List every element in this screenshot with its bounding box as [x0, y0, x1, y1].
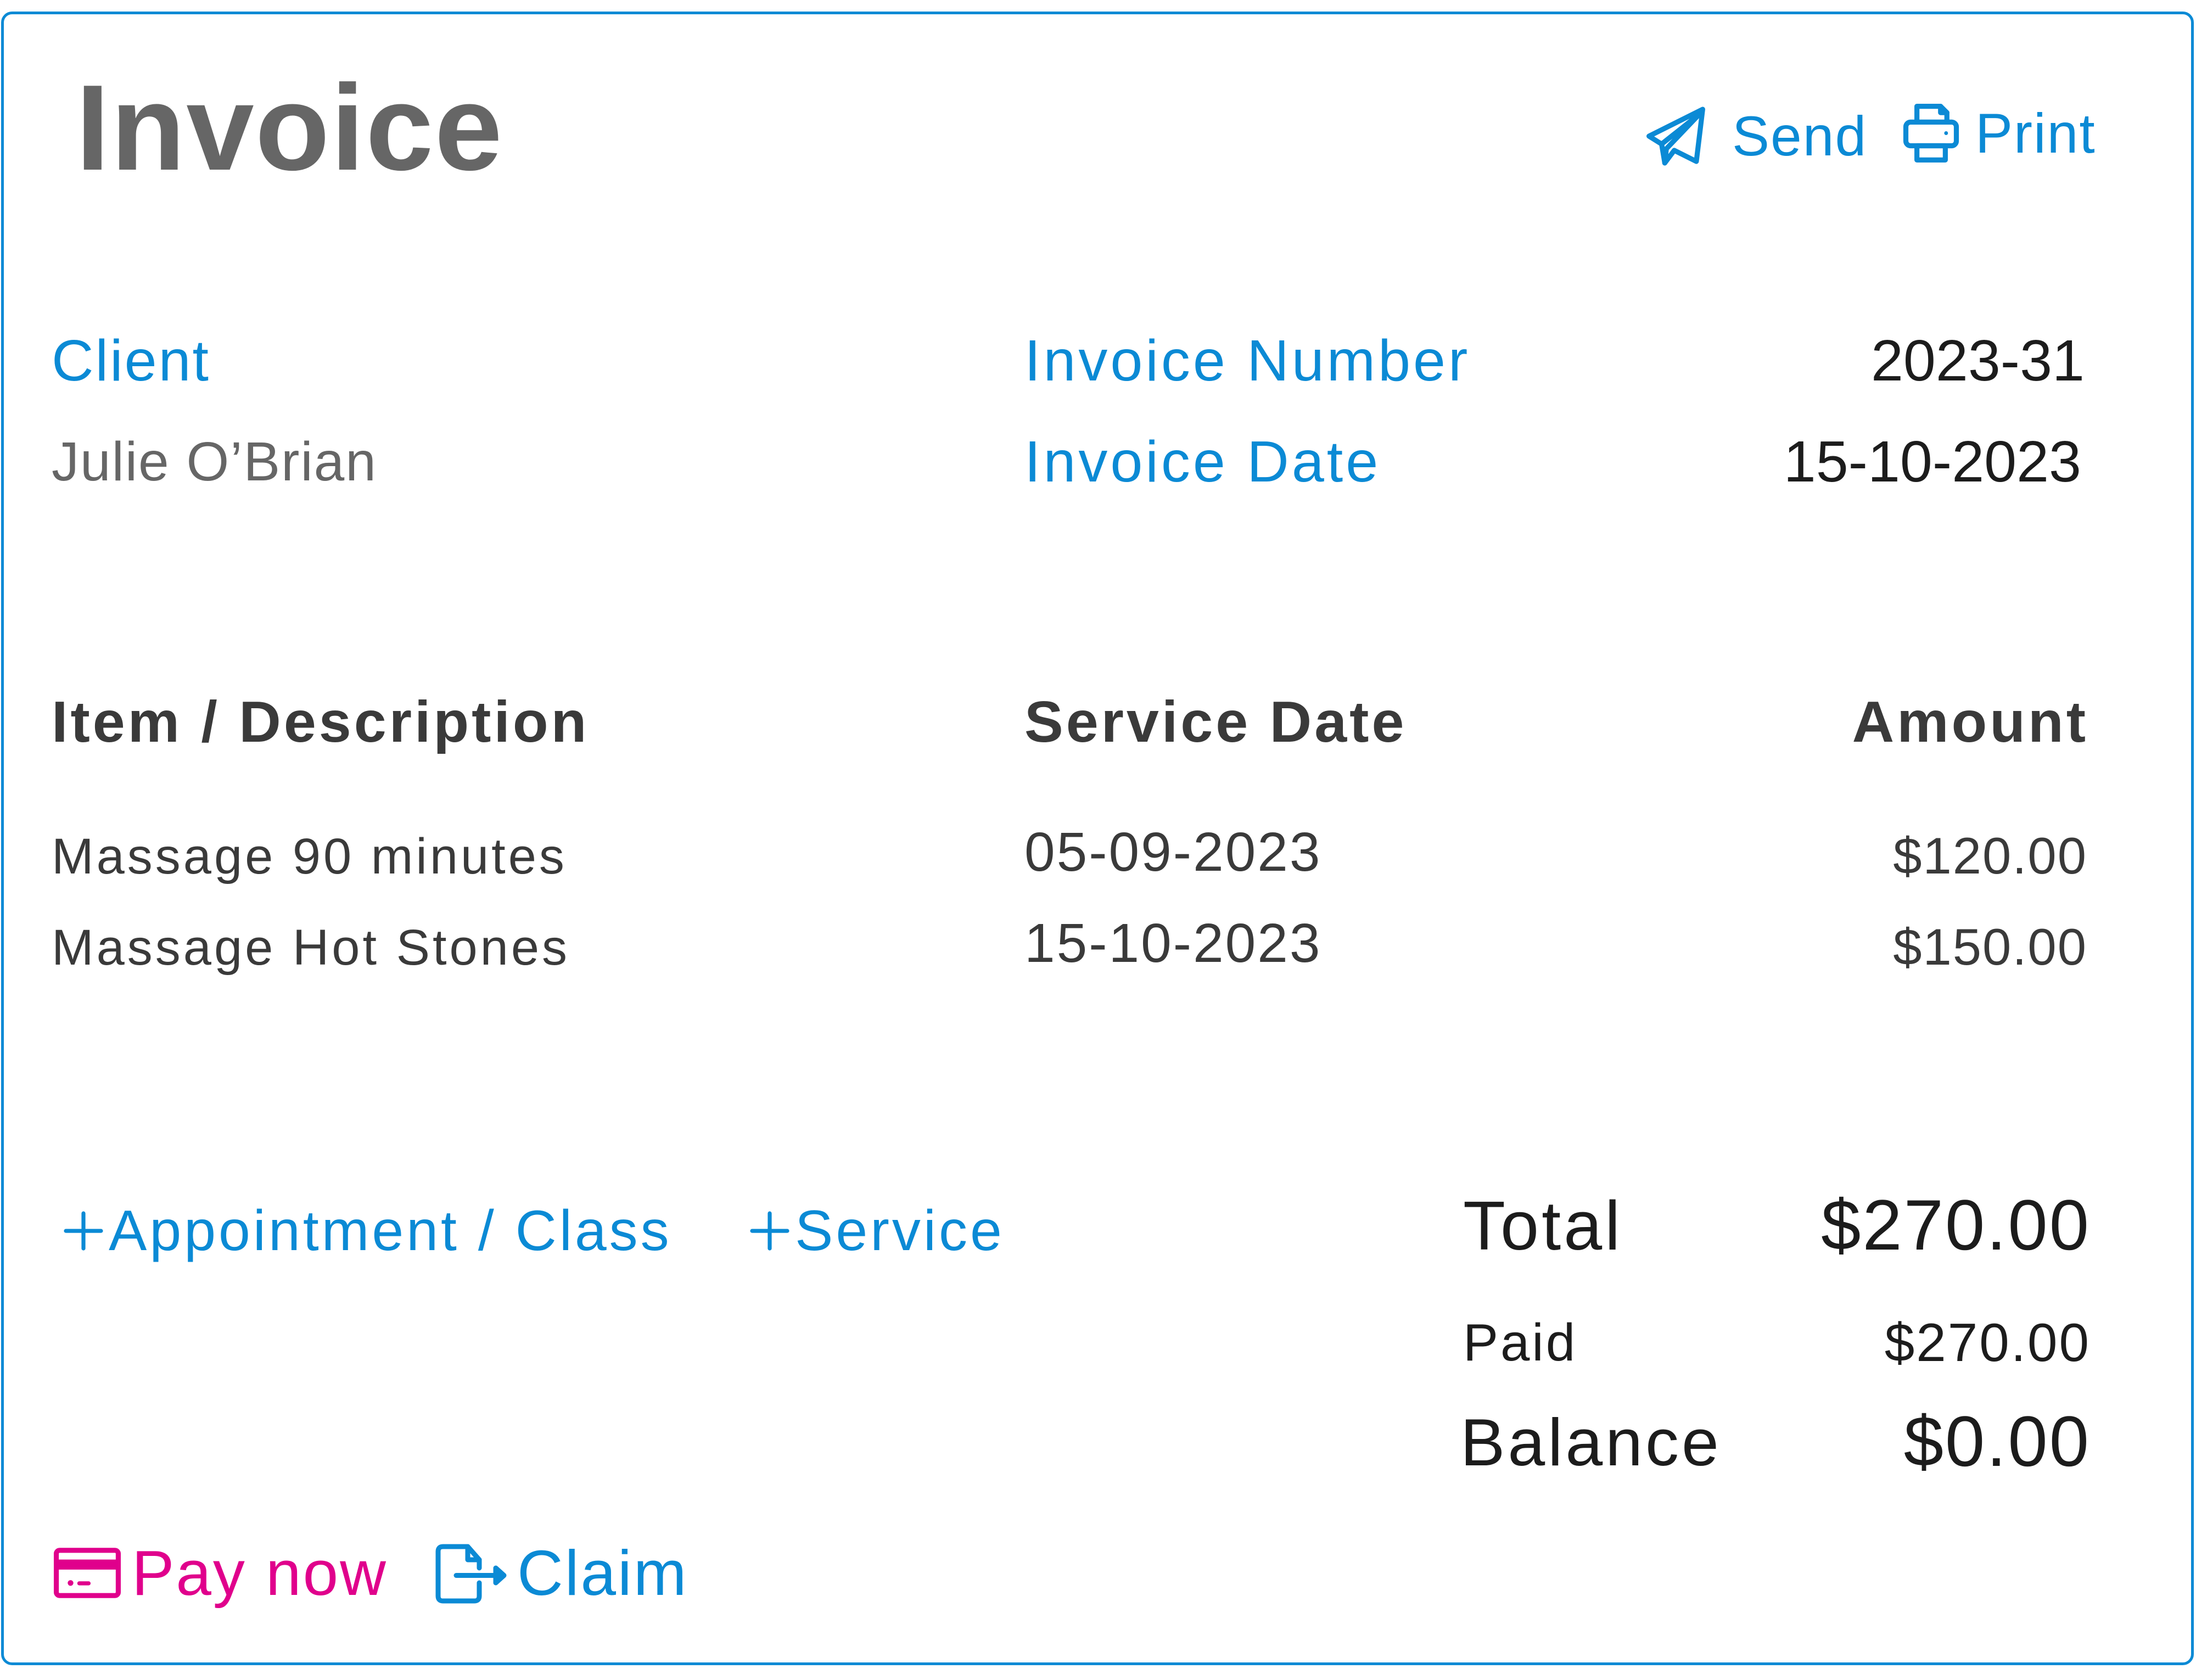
- credit-card-icon: [54, 1548, 121, 1598]
- claim-label: Claim: [517, 1537, 688, 1609]
- client-name[interactable]: Julie O’Brian: [52, 434, 377, 489]
- row-service-date: 05-09-2023: [1024, 821, 1322, 883]
- add-appointment-class-label: Appointment / Class: [109, 1199, 672, 1263]
- client-label: Client: [52, 328, 211, 393]
- send-button[interactable]: Send: [1644, 102, 1867, 170]
- plus-icon: [64, 1211, 103, 1251]
- add-appointment-class-button[interactable]: Appointment / Class: [61, 1202, 672, 1259]
- claim-button[interactable]: Claim: [433, 1537, 688, 1609]
- total-label: Total: [1463, 1187, 1623, 1264]
- paid-label: Paid: [1463, 1313, 1578, 1372]
- pay-now-label: Pay now: [132, 1537, 388, 1609]
- total-value: $270.00: [1821, 1185, 2091, 1265]
- paper-plane-icon: [1646, 107, 1705, 165]
- print-button[interactable]: Print: [1902, 99, 2096, 167]
- balance-value: $0.00: [1903, 1401, 2091, 1481]
- add-service-label: Service: [795, 1199, 1005, 1263]
- file-export-icon: [435, 1544, 507, 1604]
- invoice-number-label: Invoice Number: [1024, 328, 1471, 393]
- row-amount: $150.00: [1893, 918, 2087, 976]
- column-header-amount: Amount: [1852, 690, 2088, 754]
- invoice-date-value: 15-10-2023: [1783, 429, 2081, 494]
- invoice-date-label: Invoice Date: [1024, 429, 1381, 494]
- row-amount: $120.00: [1893, 827, 2087, 884]
- send-label: Send: [1732, 104, 1868, 167]
- row-description: Massage 90 minutes: [52, 828, 567, 884]
- invoice-number-value: 2023-31: [1870, 328, 2085, 393]
- column-header-service-date: Service Date: [1024, 690, 1407, 754]
- row-service-date: 15-10-2023: [1024, 912, 1322, 974]
- column-header-item: Item / Description: [52, 690, 590, 754]
- print-label: Print: [1975, 102, 2096, 165]
- printer-icon: [1903, 104, 1959, 163]
- pay-now-button[interactable]: Pay now: [54, 1537, 388, 1609]
- balance-label: Balance: [1460, 1405, 1722, 1480]
- row-description: Massage Hot Stones: [52, 920, 570, 976]
- page-title: Invoice: [76, 60, 503, 196]
- paid-value: $270.00: [1884, 1312, 2091, 1373]
- add-service-button[interactable]: Service: [748, 1202, 1005, 1259]
- plus-icon: [750, 1211, 789, 1251]
